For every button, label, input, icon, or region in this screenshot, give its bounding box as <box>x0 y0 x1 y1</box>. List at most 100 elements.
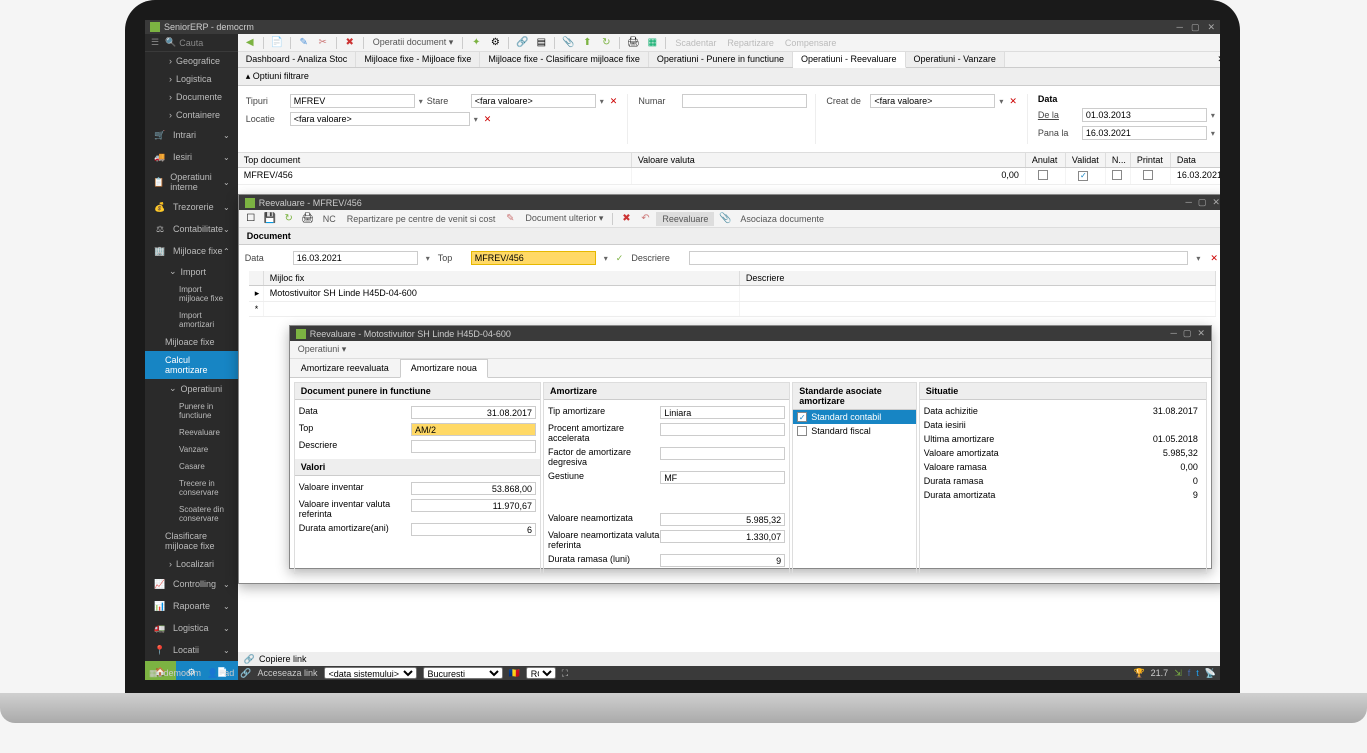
save-icon[interactable]: 💾 <box>262 212 278 226</box>
tab-reevaluare[interactable]: Operatiuni - Reevaluare <box>793 52 906 68</box>
sidebar-item-scoatere[interactable]: Scoatere din conservare <box>145 501 238 527</box>
new-doc-icon[interactable]: 📄 <box>269 36 285 50</box>
filter-icon[interactable]: ▤ <box>533 36 549 50</box>
table-row[interactable]: MFREV/456 0,00 ✓ 16.03.2021 <box>238 168 1220 185</box>
sidebar-item-import-amort[interactable]: Import amortizari <box>145 307 238 333</box>
edit-icon[interactable]: ✎ <box>296 36 312 50</box>
table-row[interactable]: ▸ Motostivuitor SH Linde H45D-04-600 <box>249 286 1216 302</box>
factor-field[interactable] <box>660 447 785 460</box>
chevron-down-icon[interactable]: ▾ <box>474 115 478 124</box>
sidebar-menu-controlling[interactable]: 📈Controlling⌄ <box>145 573 238 595</box>
twitter-icon[interactable]: t <box>1196 668 1199 678</box>
col-data[interactable]: Data <box>1171 153 1220 167</box>
link-icon[interactable]: 🔗 <box>514 36 530 50</box>
ops-dropdown[interactable]: Operatiuni ▾ <box>294 344 351 355</box>
collapse-icon[interactable]: ▴ <box>246 71 251 81</box>
col-descr[interactable]: Descriere <box>740 271 1216 285</box>
creat-input[interactable] <box>870 94 995 108</box>
excel-icon[interactable]: ▦ <box>644 36 660 50</box>
durata-field[interactable] <box>411 523 536 536</box>
neamort-field[interactable] <box>660 513 785 526</box>
grid-icon[interactable]: ▦ <box>149 668 158 679</box>
chevron-down-icon[interactable]: ▾ <box>999 97 1003 106</box>
sidebar-item-vanzare[interactable]: Vanzare <box>145 441 238 458</box>
nc-button[interactable]: NC <box>319 214 340 224</box>
tab-close-icon[interactable]: ✕ <box>1211 52 1220 67</box>
durata-ramasa-field[interactable] <box>660 554 785 567</box>
sidebar-menu-iesiri[interactable]: 🚚Iesiri⌄ <box>145 146 238 168</box>
col-printat[interactable]: Printat <box>1131 153 1171 167</box>
gear-icon[interactable]: ⚙ <box>487 36 503 50</box>
col-validat[interactable]: Validat <box>1066 153 1106 167</box>
sidebar-item-mijloace-fixe[interactable]: Mijloace fixe <box>145 333 238 351</box>
sidebar-menu-intrari[interactable]: 🛒Intrari⌄ <box>145 124 238 146</box>
sidebar-group-geografice[interactable]: ›Geografice <box>145 52 238 70</box>
reevaluare-button[interactable]: Reevaluare <box>656 212 714 226</box>
locatie-input[interactable] <box>290 112 470 126</box>
data-field[interactable] <box>411 406 536 419</box>
sidebar-menu-rapoarte[interactable]: 📊Rapoarte⌄ <box>145 595 238 617</box>
sidebar-item-import-mf[interactable]: Import mijloace fixe <box>145 281 238 307</box>
sidebar-menu-operatiuni-interne[interactable]: 📋Operatiuni interne⌄ <box>145 168 238 196</box>
val-inv-ref-field[interactable] <box>411 499 536 512</box>
top-field[interactable] <box>411 423 536 436</box>
panala-input[interactable] <box>1082 126 1207 140</box>
back-icon[interactable]: ◀ <box>242 36 258 50</box>
data-input[interactable] <box>293 251 418 265</box>
minimize-icon[interactable]: ─ <box>1177 22 1183 33</box>
chevron-down-icon[interactable]: ▾ <box>426 254 430 263</box>
close-icon[interactable]: ✕ <box>1212 197 1220 208</box>
rss-icon[interactable]: 📡 <box>1205 668 1216 679</box>
sidebar-item-casare[interactable]: Casare <box>145 458 238 475</box>
undo-icon[interactable]: ↶ <box>637 212 653 226</box>
sidebar-item-reevaluare[interactable]: Reevaluare <box>145 424 238 441</box>
hamburger-icon[interactable]: ☰ <box>151 37 159 48</box>
tab-vanzare[interactable]: Operatiuni - Vanzare <box>906 52 1005 67</box>
lang-dropdown[interactable]: RO <box>526 667 556 679</box>
procent-field[interactable] <box>660 423 785 436</box>
chevron-down-icon[interactable]: ▾ <box>604 254 608 263</box>
dela-label[interactable]: De la <box>1038 110 1078 120</box>
sidebar-sub-import[interactable]: ⌄Import <box>145 262 238 281</box>
chevron-down-icon[interactable]: ▾ <box>419 97 423 106</box>
checkbox-icon[interactable]: ☐ <box>243 212 259 226</box>
sidebar-group-containere[interactable]: ›Containere <box>145 106 238 124</box>
share-icon[interactable]: ⇲ <box>1174 668 1182 679</box>
top-input[interactable] <box>471 251 596 265</box>
sidebar-sub-operatiuni[interactable]: ⌄Operatiuni <box>145 379 238 398</box>
neamort-ref-field[interactable] <box>660 530 785 543</box>
access-link-button[interactable]: Acceseaza link <box>257 668 317 678</box>
clear-icon[interactable]: ✕ <box>1208 253 1220 264</box>
cut-icon[interactable]: ✂ <box>315 36 331 50</box>
descr-field[interactable] <box>411 440 536 453</box>
sidebar-item-punere[interactable]: Punere in functiune <box>145 398 238 424</box>
asoc-button[interactable]: Asociaza documente <box>736 214 828 224</box>
col-n[interactable]: N... <box>1106 153 1131 167</box>
copiere-link-button[interactable]: Copiere link <box>259 654 307 664</box>
dela-input[interactable] <box>1082 108 1207 122</box>
tipuri-input[interactable] <box>290 94 415 108</box>
print-icon[interactable]: 🖨 <box>625 36 641 50</box>
clear-icon[interactable]: ✕ <box>1007 96 1019 107</box>
maximize-icon[interactable]: ▢ <box>1183 328 1192 339</box>
facebook-icon[interactable]: f <box>1188 668 1191 678</box>
col-valoare[interactable]: Valoare valuta <box>632 153 1026 167</box>
col-anulat[interactable]: Anulat <box>1026 153 1066 167</box>
sidebar-item-clasificare[interactable]: Clasificare mijloace fixe <box>145 527 238 555</box>
stare-input[interactable] <box>471 94 596 108</box>
pencil-icon[interactable]: ✎ <box>502 212 518 226</box>
print-icon[interactable]: 🖨 <box>300 212 316 226</box>
close-icon[interactable]: ✕ <box>1207 22 1215 33</box>
delete-icon[interactable]: ✖ <box>618 212 634 226</box>
attach-icon[interactable]: 📎 <box>560 36 576 50</box>
std-fiscal-check[interactable]: Standard fiscal <box>793 424 916 438</box>
attach-icon[interactable]: 📎 <box>717 212 733 226</box>
chevron-down-icon[interactable]: ▾ <box>1196 254 1200 263</box>
filter-header[interactable]: ▴ Optiuni filtrare <box>238 68 1220 86</box>
doc-ult-dropdown[interactable]: Document ulterior ▾ <box>521 213 607 224</box>
wand-icon[interactable]: ✦ <box>468 36 484 50</box>
repart-button[interactable]: Repartizare pe centre de venit si cost <box>343 214 500 224</box>
sidebar-menu-locatii[interactable]: 📍Locatii⌄ <box>145 639 238 661</box>
data-sys-dropdown[interactable]: <data sistemului> <box>324 667 417 679</box>
export-icon[interactable]: ⬆ <box>579 36 595 50</box>
